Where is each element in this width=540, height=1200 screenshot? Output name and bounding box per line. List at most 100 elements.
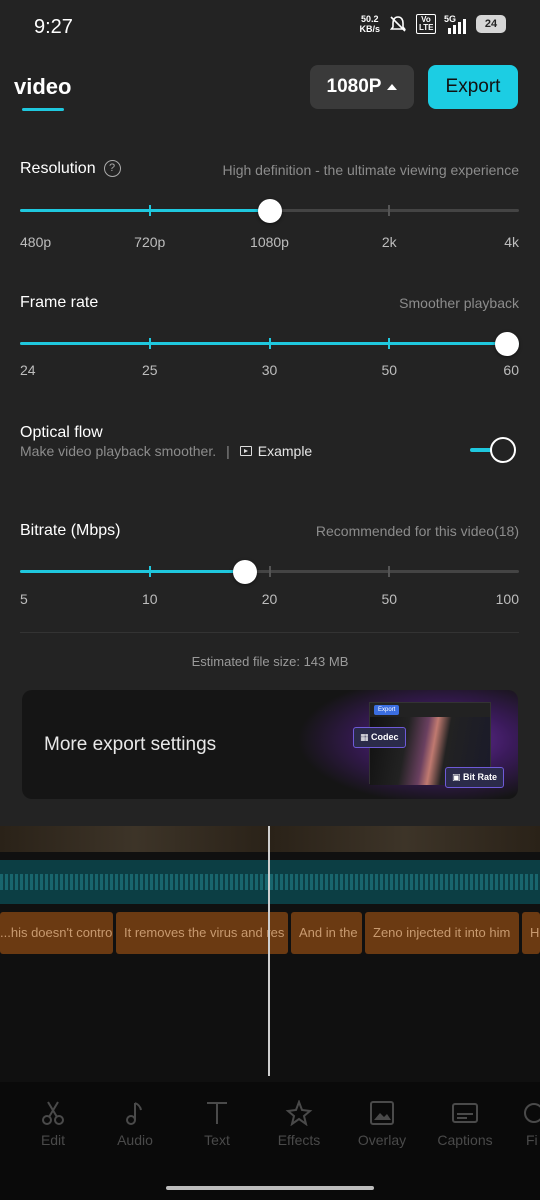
status-bar: 9:27 50.2 KB/s Vo LTE 5G 24	[0, 0, 540, 56]
toolbar-overlay[interactable]: Overlay	[341, 1100, 423, 1148]
bitrate-badge: ▣ Bit Rate	[445, 767, 505, 788]
toolbar-filters[interactable]: Fi	[506, 1100, 540, 1148]
toolbar-captions[interactable]: Captions	[424, 1100, 506, 1148]
status-icons: 50.2 KB/s Vo LTE 5G 24	[359, 14, 506, 34]
audio-track[interactable]	[0, 860, 540, 904]
frame-rate-slider[interactable]	[20, 332, 520, 356]
volte-icon: Vo LTE	[416, 14, 436, 34]
tick-label: 20	[261, 591, 278, 607]
slider-tick	[148, 338, 151, 349]
resolution-tick-labels: 480p 720p 1080p 2k 4k	[20, 234, 519, 250]
video-clip-strip[interactable]	[0, 826, 540, 852]
music-note-icon	[126, 1102, 142, 1125]
export-settings-sheet: video 1080P Export Resolution? High defi…	[0, 56, 540, 826]
frame-rate-tick-labels: 24 25 30 50 60	[20, 362, 519, 378]
slider-tick	[388, 566, 391, 577]
resolution-select-button[interactable]: 1080P	[310, 65, 414, 109]
codec-badge: ▦ Codec	[353, 727, 406, 748]
toolbar-label: Overlay	[357, 1132, 407, 1148]
caption-clip[interactable]: Zeno injected it into him	[365, 912, 519, 954]
captions-icon	[452, 1103, 478, 1123]
toolbar-label: Audio	[117, 1132, 153, 1148]
caret-up-icon	[387, 84, 398, 90]
play-video-icon	[239, 446, 252, 456]
tick-label: 10	[141, 591, 158, 607]
optical-flow-toggle[interactable]	[470, 437, 516, 463]
more-export-settings-card[interactable]: More export settings Export ▦ Codec ▣ Bi…	[22, 690, 518, 799]
bitrate-icon: ▣	[452, 772, 464, 782]
frame-rate-slider-thumb[interactable]	[495, 332, 520, 356]
scissors-icon	[42, 1101, 64, 1125]
captions-track: ...his doesn't control It removes the vi…	[0, 912, 540, 954]
example-label: Example	[257, 443, 313, 459]
bitrate-slider[interactable]	[20, 560, 519, 584]
tick-label: 50	[381, 591, 398, 607]
tick-label: 1080p	[250, 234, 289, 250]
slider-tick	[148, 205, 151, 216]
resolution-title-row: Resolution?	[20, 160, 121, 178]
slider-fill	[20, 570, 245, 573]
caption-clip[interactable]: And in the	[291, 912, 362, 954]
film-icon: ▦	[360, 732, 372, 742]
example-link[interactable]: Example	[239, 443, 313, 459]
tick-label: 25	[141, 362, 158, 378]
bottom-toolbar: Edit Audio Text Effects Overlay Captions…	[0, 1082, 540, 1200]
status-time: 9:27	[34, 16, 73, 38]
toolbar-label: Captions	[437, 1132, 493, 1148]
tab-underline	[22, 108, 64, 111]
slider-tick	[388, 205, 391, 216]
toolbar-edit[interactable]: Edit	[12, 1100, 94, 1148]
effects-star-icon	[285, 1100, 313, 1126]
optical-flow-description-row: Make video playback smoother. | Example	[20, 443, 312, 459]
playhead[interactable]	[268, 826, 270, 1076]
slider-tick	[268, 338, 271, 349]
resolution-title: Resolution	[20, 160, 96, 177]
overlay-image-icon	[370, 1101, 394, 1125]
bitrate-hint: Recommended for this video(18)	[315, 523, 519, 539]
slider-tick	[148, 566, 151, 577]
audio-waveform	[0, 874, 540, 890]
slider-tick	[388, 338, 391, 349]
optical-flow-description: Make video playback smoother.	[20, 443, 217, 459]
tick-label: 5	[20, 591, 28, 607]
caption-clip[interactable]: ...his doesn't control	[0, 912, 113, 954]
toolbar-label: Text	[204, 1132, 230, 1148]
filter-icon	[524, 1103, 540, 1123]
battery-icon: 24	[476, 15, 506, 33]
tick-label: 480p	[20, 234, 52, 250]
toggle-knob	[490, 437, 516, 463]
help-icon[interactable]: ?	[103, 160, 121, 177]
tick-label: 24	[20, 362, 36, 378]
signal-icon: 5G	[444, 14, 468, 34]
timeline: ...his doesn't control It removes the vi…	[0, 826, 540, 1082]
frame-rate-title: Frame rate	[20, 294, 99, 311]
tab-video[interactable]: video	[14, 74, 71, 100]
tick-label: 2k	[381, 234, 397, 250]
toolbar-text[interactable]: Text	[176, 1100, 258, 1148]
toolbar-audio[interactable]: Audio	[94, 1100, 176, 1148]
tick-label: 720p	[134, 234, 166, 250]
resolution-slider[interactable]	[20, 199, 519, 223]
home-indicator[interactable]	[166, 1186, 374, 1190]
estimated-file-size: Estimated file size: 143 MB	[191, 654, 349, 669]
caption-clip[interactable]: It removes the virus and res	[116, 912, 288, 954]
tick-label: 60	[503, 362, 519, 378]
preview-export-tag: Export	[374, 705, 400, 715]
resolution-hint: High definition - the ultimate viewing e…	[222, 162, 520, 178]
divider	[20, 632, 519, 633]
tick-label: 100	[495, 591, 519, 607]
caption-clip[interactable]: H	[522, 912, 540, 954]
bitrate-slider-thumb[interactable]	[232, 560, 257, 584]
tick-label: 4k	[504, 234, 519, 250]
toolbar-label: Fi	[526, 1132, 538, 1148]
network-speed: 50.2 KB/s	[359, 14, 380, 34]
more-export-settings-label: More export settings	[44, 734, 217, 755]
separator: |	[226, 443, 230, 459]
resolution-select-label: 1080P	[326, 76, 382, 97]
tick-label: 30	[261, 362, 278, 378]
export-button[interactable]: Export	[428, 65, 518, 109]
toolbar-effects[interactable]: Effects	[258, 1100, 340, 1148]
toolbar-label: Effects	[277, 1132, 321, 1148]
resolution-slider-thumb[interactable]	[257, 199, 282, 223]
bitrate-tick-labels: 5 10 20 50 100	[20, 591, 519, 607]
